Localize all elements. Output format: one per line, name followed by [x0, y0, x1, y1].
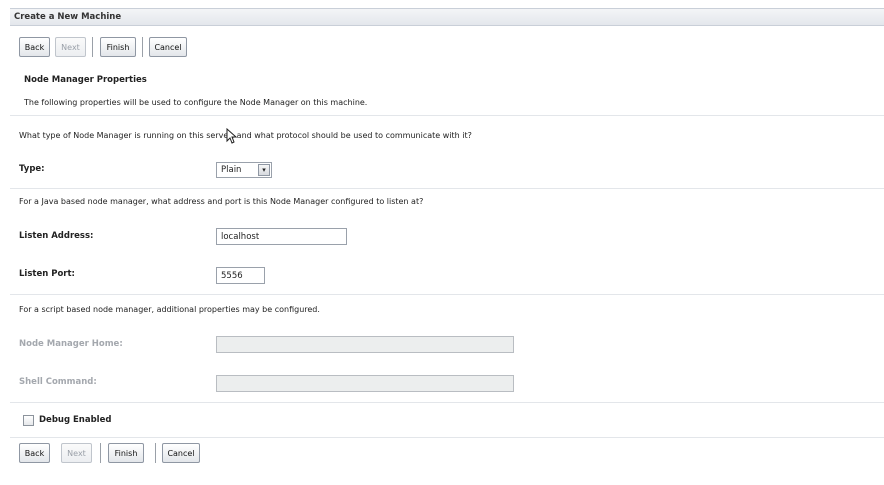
- type-label: Type:: [19, 164, 45, 174]
- finish-button[interactable]: Finish: [100, 37, 136, 57]
- button-separator: [100, 443, 101, 463]
- divider: [10, 188, 884, 189]
- listen-address-label: Listen Address:: [19, 231, 94, 241]
- cancel-button[interactable]: Cancel: [162, 443, 200, 463]
- shell-command-input[interactable]: [216, 375, 514, 392]
- listen-address-input[interactable]: [216, 228, 347, 245]
- cancel-button[interactable]: Cancel: [149, 37, 187, 57]
- debug-enabled-label: Debug Enabled: [39, 415, 112, 425]
- chevron-down-icon[interactable]: ▾: [258, 164, 270, 176]
- debug-enabled-checkbox[interactable]: [23, 415, 34, 426]
- window-title: Create a New Machine: [14, 12, 122, 22]
- button-separator: [155, 443, 156, 463]
- listen-port-input[interactable]: [216, 267, 265, 284]
- section-description: The following properties will be used to…: [24, 98, 368, 107]
- window-title-bar: Create a New Machine: [10, 8, 884, 26]
- button-separator: [142, 37, 143, 57]
- divider: [10, 294, 884, 295]
- back-button[interactable]: Back: [19, 443, 50, 463]
- type-select[interactable]: Plain ▾: [216, 162, 272, 178]
- mouse-cursor-icon: [226, 128, 238, 144]
- type-select-value: Plain: [221, 165, 242, 175]
- section-title: Node Manager Properties: [24, 75, 147, 85]
- type-question: What type of Node Manager is running on …: [19, 131, 472, 140]
- divider: [10, 437, 884, 438]
- listen-port-label: Listen Port:: [19, 269, 75, 279]
- divider: [10, 115, 884, 116]
- finish-button[interactable]: Finish: [108, 443, 144, 463]
- divider: [10, 402, 884, 403]
- next-button[interactable]: Next: [55, 37, 86, 57]
- shell-command-label: Shell Command:: [19, 377, 97, 387]
- node-manager-home-label: Node Manager Home:: [19, 339, 123, 349]
- script-note: For a script based node manager, additio…: [19, 305, 320, 314]
- node-manager-home-input[interactable]: [216, 336, 514, 353]
- back-button[interactable]: Back: [19, 37, 50, 57]
- next-button[interactable]: Next: [61, 443, 92, 463]
- java-question: For a Java based node manager, what addr…: [19, 197, 424, 206]
- button-separator: [92, 37, 93, 57]
